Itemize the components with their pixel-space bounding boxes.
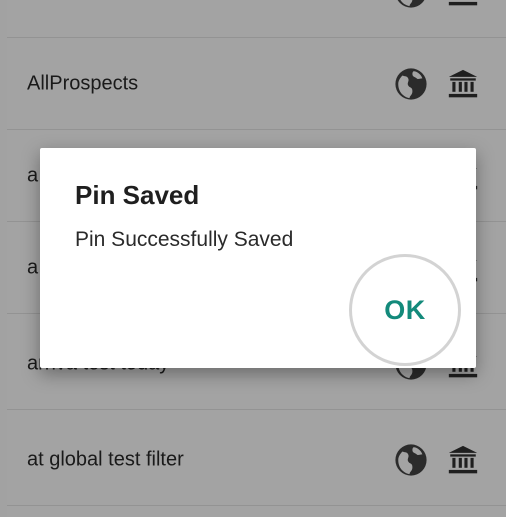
screen: AllProspects a a arriva test today — [0, 0, 506, 517]
pin-saved-dialog: Pin Saved Pin Successfully Saved OK — [40, 148, 476, 368]
dialog-title: Pin Saved — [75, 180, 200, 210]
ok-button[interactable]: OK — [349, 254, 461, 366]
dialog-message: Pin Successfully Saved — [75, 228, 294, 251]
ok-button-label: OK — [384, 294, 426, 325]
